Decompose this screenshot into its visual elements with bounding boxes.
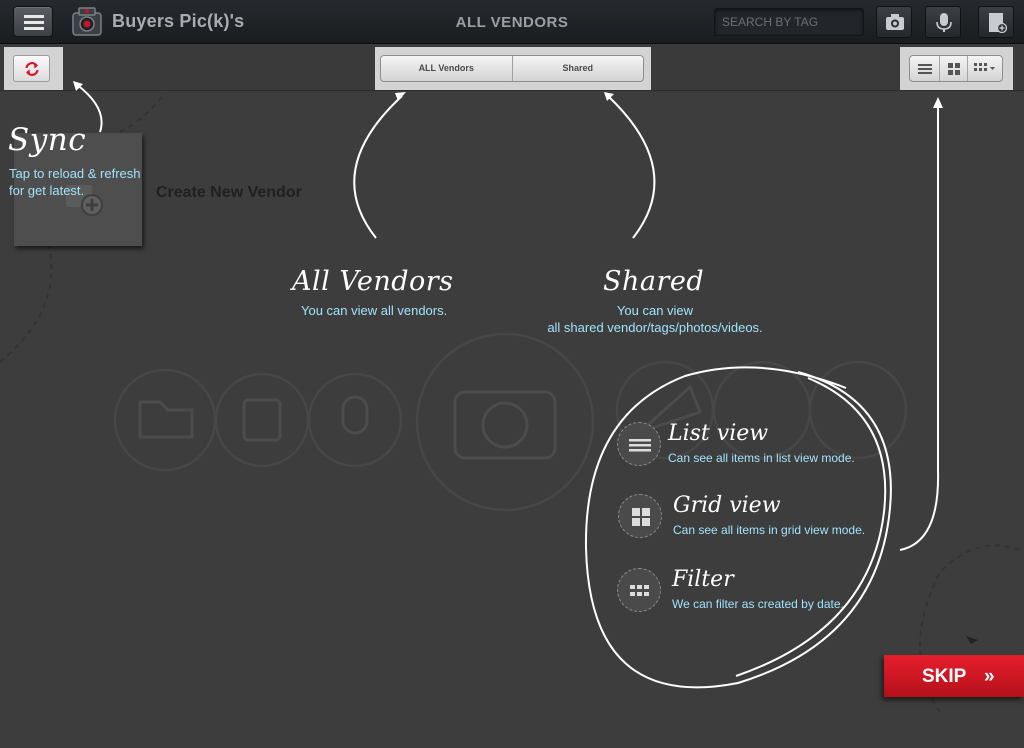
list-view-legend-badge: [617, 422, 661, 466]
vendor-filter-tabs: ALL Vendors Shared: [380, 55, 644, 82]
filter-legend-badge: [617, 568, 661, 612]
filter-legend-title: Filter: [672, 567, 734, 592]
app-title: Buyers Pic(k)'s: [112, 11, 245, 31]
grid-icon: [632, 508, 650, 526]
double-chevron-right-icon: »: [984, 666, 995, 687]
app-logo-icon: [72, 7, 102, 36]
list-view-legend-title: List view: [668, 421, 769, 446]
grid-view-legend-title: Grid view: [673, 493, 781, 518]
shared-tip-line1: You can view: [616, 303, 694, 318]
content-area: Create New Vendor: [0, 92, 1024, 748]
sync-tip-line2: for get latest.: [9, 183, 85, 198]
camera-button[interactable]: [876, 6, 912, 38]
sync-tip-line1: Tap to reload & refresh: [9, 166, 141, 181]
add-note-button[interactable]: [978, 6, 1014, 38]
list-view-legend-desc: Can see all items in list view mode.: [668, 451, 855, 465]
skip-label: SKIP: [922, 666, 967, 687]
list-icon: [629, 439, 651, 452]
camera-icon: [886, 14, 904, 30]
list-icon: [918, 64, 932, 74]
microphone-icon: [936, 13, 952, 32]
tab-shared[interactable]: Shared: [511, 56, 644, 81]
create-vendor-label: Create New Vendor: [156, 184, 302, 201]
search-input[interactable]: [714, 8, 864, 36]
voice-button[interactable]: [925, 6, 961, 38]
filter-icon: [973, 63, 995, 71]
all-vendors-tip: You can view all vendors.: [301, 303, 448, 318]
add-document-icon: [989, 13, 1007, 33]
sync-button[interactable]: [13, 55, 50, 82]
grid-view-button[interactable]: [939, 56, 966, 81]
grid-view-legend-badge: [618, 494, 662, 538]
grid-icon: [948, 63, 961, 75]
sync-title: Sync: [8, 122, 87, 158]
tab-all-vendors[interactable]: ALL Vendors: [381, 56, 512, 81]
skip-button[interactable]: SKIP »: [884, 655, 1024, 697]
top-bar: Buyers Pic(k)'s ALL VENDORS: [0, 0, 1024, 44]
shared-tip-line2: all shared vendor/tags/photos/videos.: [547, 320, 763, 335]
grid-view-legend-desc: Can see all items in grid view mode.: [673, 523, 866, 537]
filter-button[interactable]: [966, 56, 1002, 81]
filter-legend-desc: We can filter as created by date.: [672, 597, 844, 611]
all-vendors-title: All Vendors: [292, 266, 454, 297]
shared-title: Shared: [603, 266, 705, 297]
hamburger-icon: [24, 15, 44, 30]
refresh-icon: [25, 62, 39, 76]
view-mode-control: [909, 55, 1003, 82]
filter-icon: [630, 585, 649, 596]
list-view-button[interactable]: [910, 56, 939, 81]
menu-button[interactable]: [13, 6, 53, 37]
background-decoration: [0, 92, 1024, 713]
